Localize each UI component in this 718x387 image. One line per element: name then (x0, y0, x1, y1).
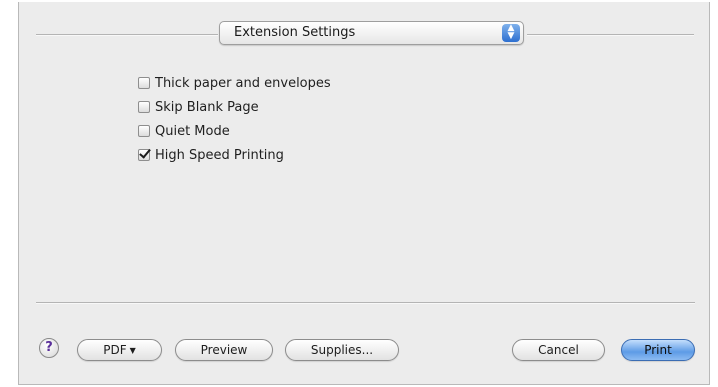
option-quiet-mode[interactable]: Quiet Mode (138, 119, 331, 143)
supplies-label: Supplies... (310, 343, 374, 357)
skip-blank-page-checkbox[interactable] (138, 101, 150, 113)
option-skip-blank-page[interactable]: Skip Blank Page (138, 95, 331, 119)
dropdown-arrow-icon: ▼ (129, 345, 136, 355)
cancel-label: Cancel (538, 343, 579, 357)
quiet-mode-checkbox[interactable] (138, 125, 150, 137)
option-high-speed-printing[interactable]: High Speed Printing (138, 143, 331, 167)
panel-selector-popup[interactable]: Extension Settings ▲ ▼ (219, 21, 524, 45)
up-down-arrows-icon: ▲ ▼ (502, 24, 520, 42)
separator-right (527, 34, 694, 36)
extension-options: Thick paper and envelopes Skip Blank Pag… (138, 71, 331, 167)
thick-paper-checkbox[interactable] (138, 77, 150, 89)
quiet-mode-label: Quiet Mode (155, 123, 230, 139)
help-icon: ? (45, 340, 53, 355)
high-speed-printing-checkbox[interactable] (138, 149, 150, 161)
cancel-button[interactable]: Cancel (512, 339, 605, 361)
help-button[interactable]: ? (39, 338, 59, 358)
print-label: Print (644, 343, 672, 357)
pdf-label: PDF (103, 343, 127, 357)
pdf-menu-button[interactable]: PDF ▼ (77, 339, 162, 361)
skip-blank-page-label: Skip Blank Page (155, 99, 259, 115)
print-dialog: Extension Settings ▲ ▼ Thick paper and en… (18, 2, 710, 385)
preview-button[interactable]: Preview (175, 339, 273, 361)
footer-separator (36, 302, 695, 304)
preview-label: Preview (200, 343, 248, 357)
high-speed-printing-label: High Speed Printing (155, 147, 284, 163)
print-button[interactable]: Print (621, 339, 695, 361)
supplies-button[interactable]: Supplies... (285, 339, 399, 361)
thick-paper-label: Thick paper and envelopes (155, 75, 331, 91)
separator-left (36, 34, 218, 36)
panel-selector-label: Extension Settings (234, 25, 356, 40)
option-thick-paper[interactable]: Thick paper and envelopes (138, 71, 331, 95)
